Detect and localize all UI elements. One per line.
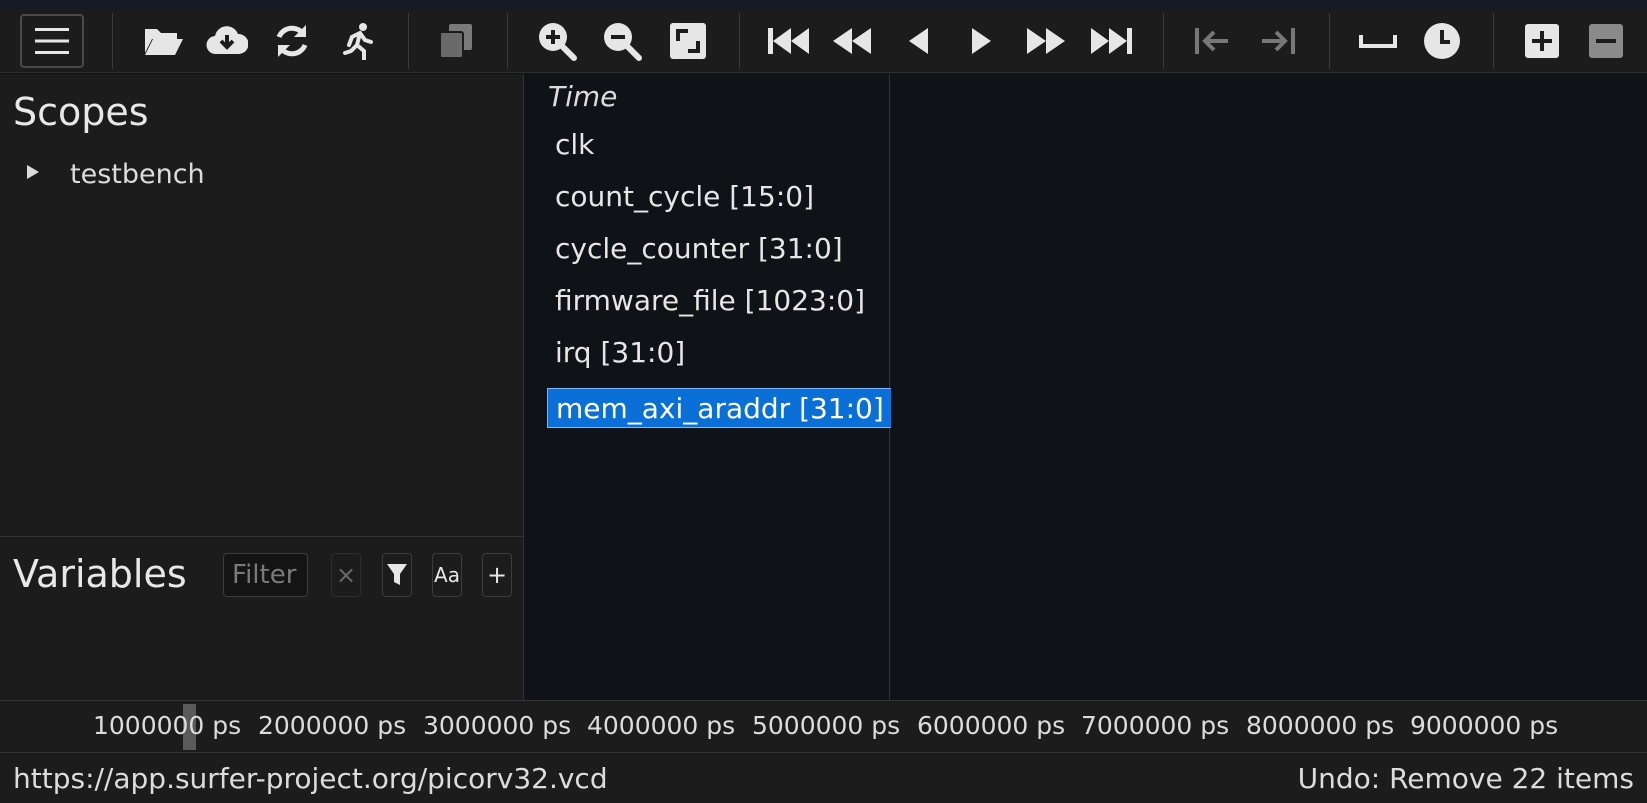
space-icon bbox=[1359, 35, 1397, 48]
window-top-strip bbox=[0, 0, 1647, 9]
menu-button[interactable] bbox=[20, 14, 84, 68]
case-sensitive-icon: Aa bbox=[434, 563, 460, 587]
status-undo-text: Undo: Remove 22 items bbox=[1297, 762, 1634, 795]
remove-icon bbox=[1589, 24, 1623, 58]
open-folder-icon bbox=[145, 29, 183, 55]
next-transition-button[interactable] bbox=[1252, 13, 1304, 69]
add-icon bbox=[1525, 24, 1559, 58]
remove-button[interactable] bbox=[1580, 13, 1632, 69]
signal-row-cycle-counter[interactable]: cycle_counter [31:0] bbox=[547, 228, 851, 268]
timeline-tick: 4000000 ps bbox=[587, 711, 736, 740]
toolbar-separator bbox=[1163, 13, 1164, 69]
fast-backward-icon bbox=[833, 28, 871, 54]
timeline-tick: 6000000 ps bbox=[917, 711, 1066, 740]
zoom-out-button[interactable] bbox=[596, 13, 648, 69]
fast-forward-icon bbox=[1027, 28, 1065, 54]
step-backward-icon bbox=[909, 28, 928, 54]
status-bar: https://app.surfer-project.org/picorv32.… bbox=[0, 752, 1647, 803]
space-button[interactable] bbox=[1352, 13, 1404, 69]
plus-icon: + bbox=[486, 561, 508, 589]
open-url-button[interactable] bbox=[201, 13, 253, 69]
variable-filter-input[interactable] bbox=[223, 553, 308, 597]
step-forward-icon bbox=[972, 28, 991, 54]
clock-icon bbox=[1424, 23, 1460, 59]
panel-divider bbox=[0, 536, 524, 537]
copy-button[interactable] bbox=[430, 13, 482, 69]
close-icon: × bbox=[335, 561, 357, 589]
toolbar-separator bbox=[1329, 13, 1330, 69]
prev-transition-icon bbox=[1195, 28, 1228, 54]
zoom-in-button[interactable] bbox=[531, 13, 583, 69]
goto-start-icon bbox=[768, 28, 809, 54]
signal-row-count-cycle[interactable]: count_cycle [15:0] bbox=[547, 176, 822, 216]
zoom-out-icon bbox=[604, 23, 642, 61]
scope-item-label: testbench bbox=[70, 158, 205, 190]
goto-end-button[interactable] bbox=[1086, 13, 1138, 69]
expand-triangle-icon[interactable] bbox=[26, 164, 42, 184]
toolbar-separator bbox=[112, 13, 113, 69]
timeline-ruler[interactable]: 1000000 ps 2000000 ps 3000000 ps 4000000… bbox=[0, 700, 1647, 752]
next-transition-icon bbox=[1262, 28, 1295, 54]
status-file-url: https://app.surfer-project.org/picorv32.… bbox=[13, 762, 608, 795]
step-backward-button[interactable] bbox=[892, 13, 944, 69]
toolbar-separator bbox=[408, 13, 409, 69]
timeline-tick: 5000000 ps bbox=[752, 711, 901, 740]
download-cloud-icon bbox=[206, 26, 248, 55]
prev-transition-button[interactable] bbox=[1186, 13, 1238, 69]
signal-names-panel: Time clk count_cycle [15:0] cycle_counte… bbox=[525, 74, 893, 700]
filter-type-button[interactable] bbox=[382, 553, 412, 597]
run-icon bbox=[343, 23, 373, 60]
signal-row-mem-axi-araddr[interactable]: mem_axi_araddr [31:0] bbox=[547, 388, 893, 428]
waveform-area[interactable] bbox=[891, 74, 1647, 700]
add-button[interactable] bbox=[1516, 13, 1568, 69]
left-panel: Scopes testbench Variables × Aa + bbox=[0, 74, 524, 700]
zoom-in-icon bbox=[539, 23, 577, 61]
case-sensitive-button[interactable]: Aa bbox=[432, 553, 462, 597]
menu-icon bbox=[35, 28, 69, 54]
timeline-tick: 3000000 ps bbox=[423, 711, 572, 740]
fast-forward-button[interactable] bbox=[1020, 13, 1072, 69]
timeline-tick: 9000000 ps bbox=[1410, 711, 1559, 740]
reload-icon bbox=[276, 25, 308, 57]
timeline-tick: 8000000 ps bbox=[1246, 711, 1395, 740]
filter-funnel-icon bbox=[387, 564, 407, 585]
time-header: Time bbox=[548, 80, 618, 113]
step-forward-button[interactable] bbox=[956, 13, 1008, 69]
zoom-fit-button[interactable] bbox=[662, 13, 714, 69]
toolbar-separator bbox=[1493, 13, 1494, 69]
toolbar-separator bbox=[739, 13, 740, 69]
goto-start-button[interactable] bbox=[762, 13, 814, 69]
timeline-tick: 1000000 ps bbox=[93, 711, 242, 740]
reload-button[interactable] bbox=[266, 13, 318, 69]
toolbar bbox=[0, 9, 1647, 73]
signal-row-clk[interactable]: clk bbox=[547, 124, 602, 164]
run-button[interactable] bbox=[332, 13, 384, 69]
variables-title: Variables bbox=[13, 552, 187, 596]
clock-button[interactable] bbox=[1416, 13, 1468, 69]
clear-filter-button[interactable]: × bbox=[331, 553, 361, 597]
scopes-title: Scopes bbox=[13, 90, 149, 134]
fast-backward-button[interactable] bbox=[826, 13, 878, 69]
signal-row-firmware-file[interactable]: firmware_file [1023:0] bbox=[547, 280, 873, 320]
signal-row-irq[interactable]: irq [31:0] bbox=[547, 332, 693, 372]
add-variables-button[interactable]: + bbox=[482, 553, 512, 597]
timeline-tick: 7000000 ps bbox=[1081, 711, 1230, 740]
toolbar-separator bbox=[507, 13, 508, 69]
zoom-fit-icon bbox=[670, 23, 706, 59]
copy-icon bbox=[439, 24, 472, 59]
timeline-tick: 2000000 ps bbox=[258, 711, 407, 740]
goto-end-icon bbox=[1091, 28, 1132, 54]
scope-item-testbench[interactable]: testbench bbox=[26, 156, 205, 192]
open-file-button[interactable] bbox=[137, 13, 189, 69]
